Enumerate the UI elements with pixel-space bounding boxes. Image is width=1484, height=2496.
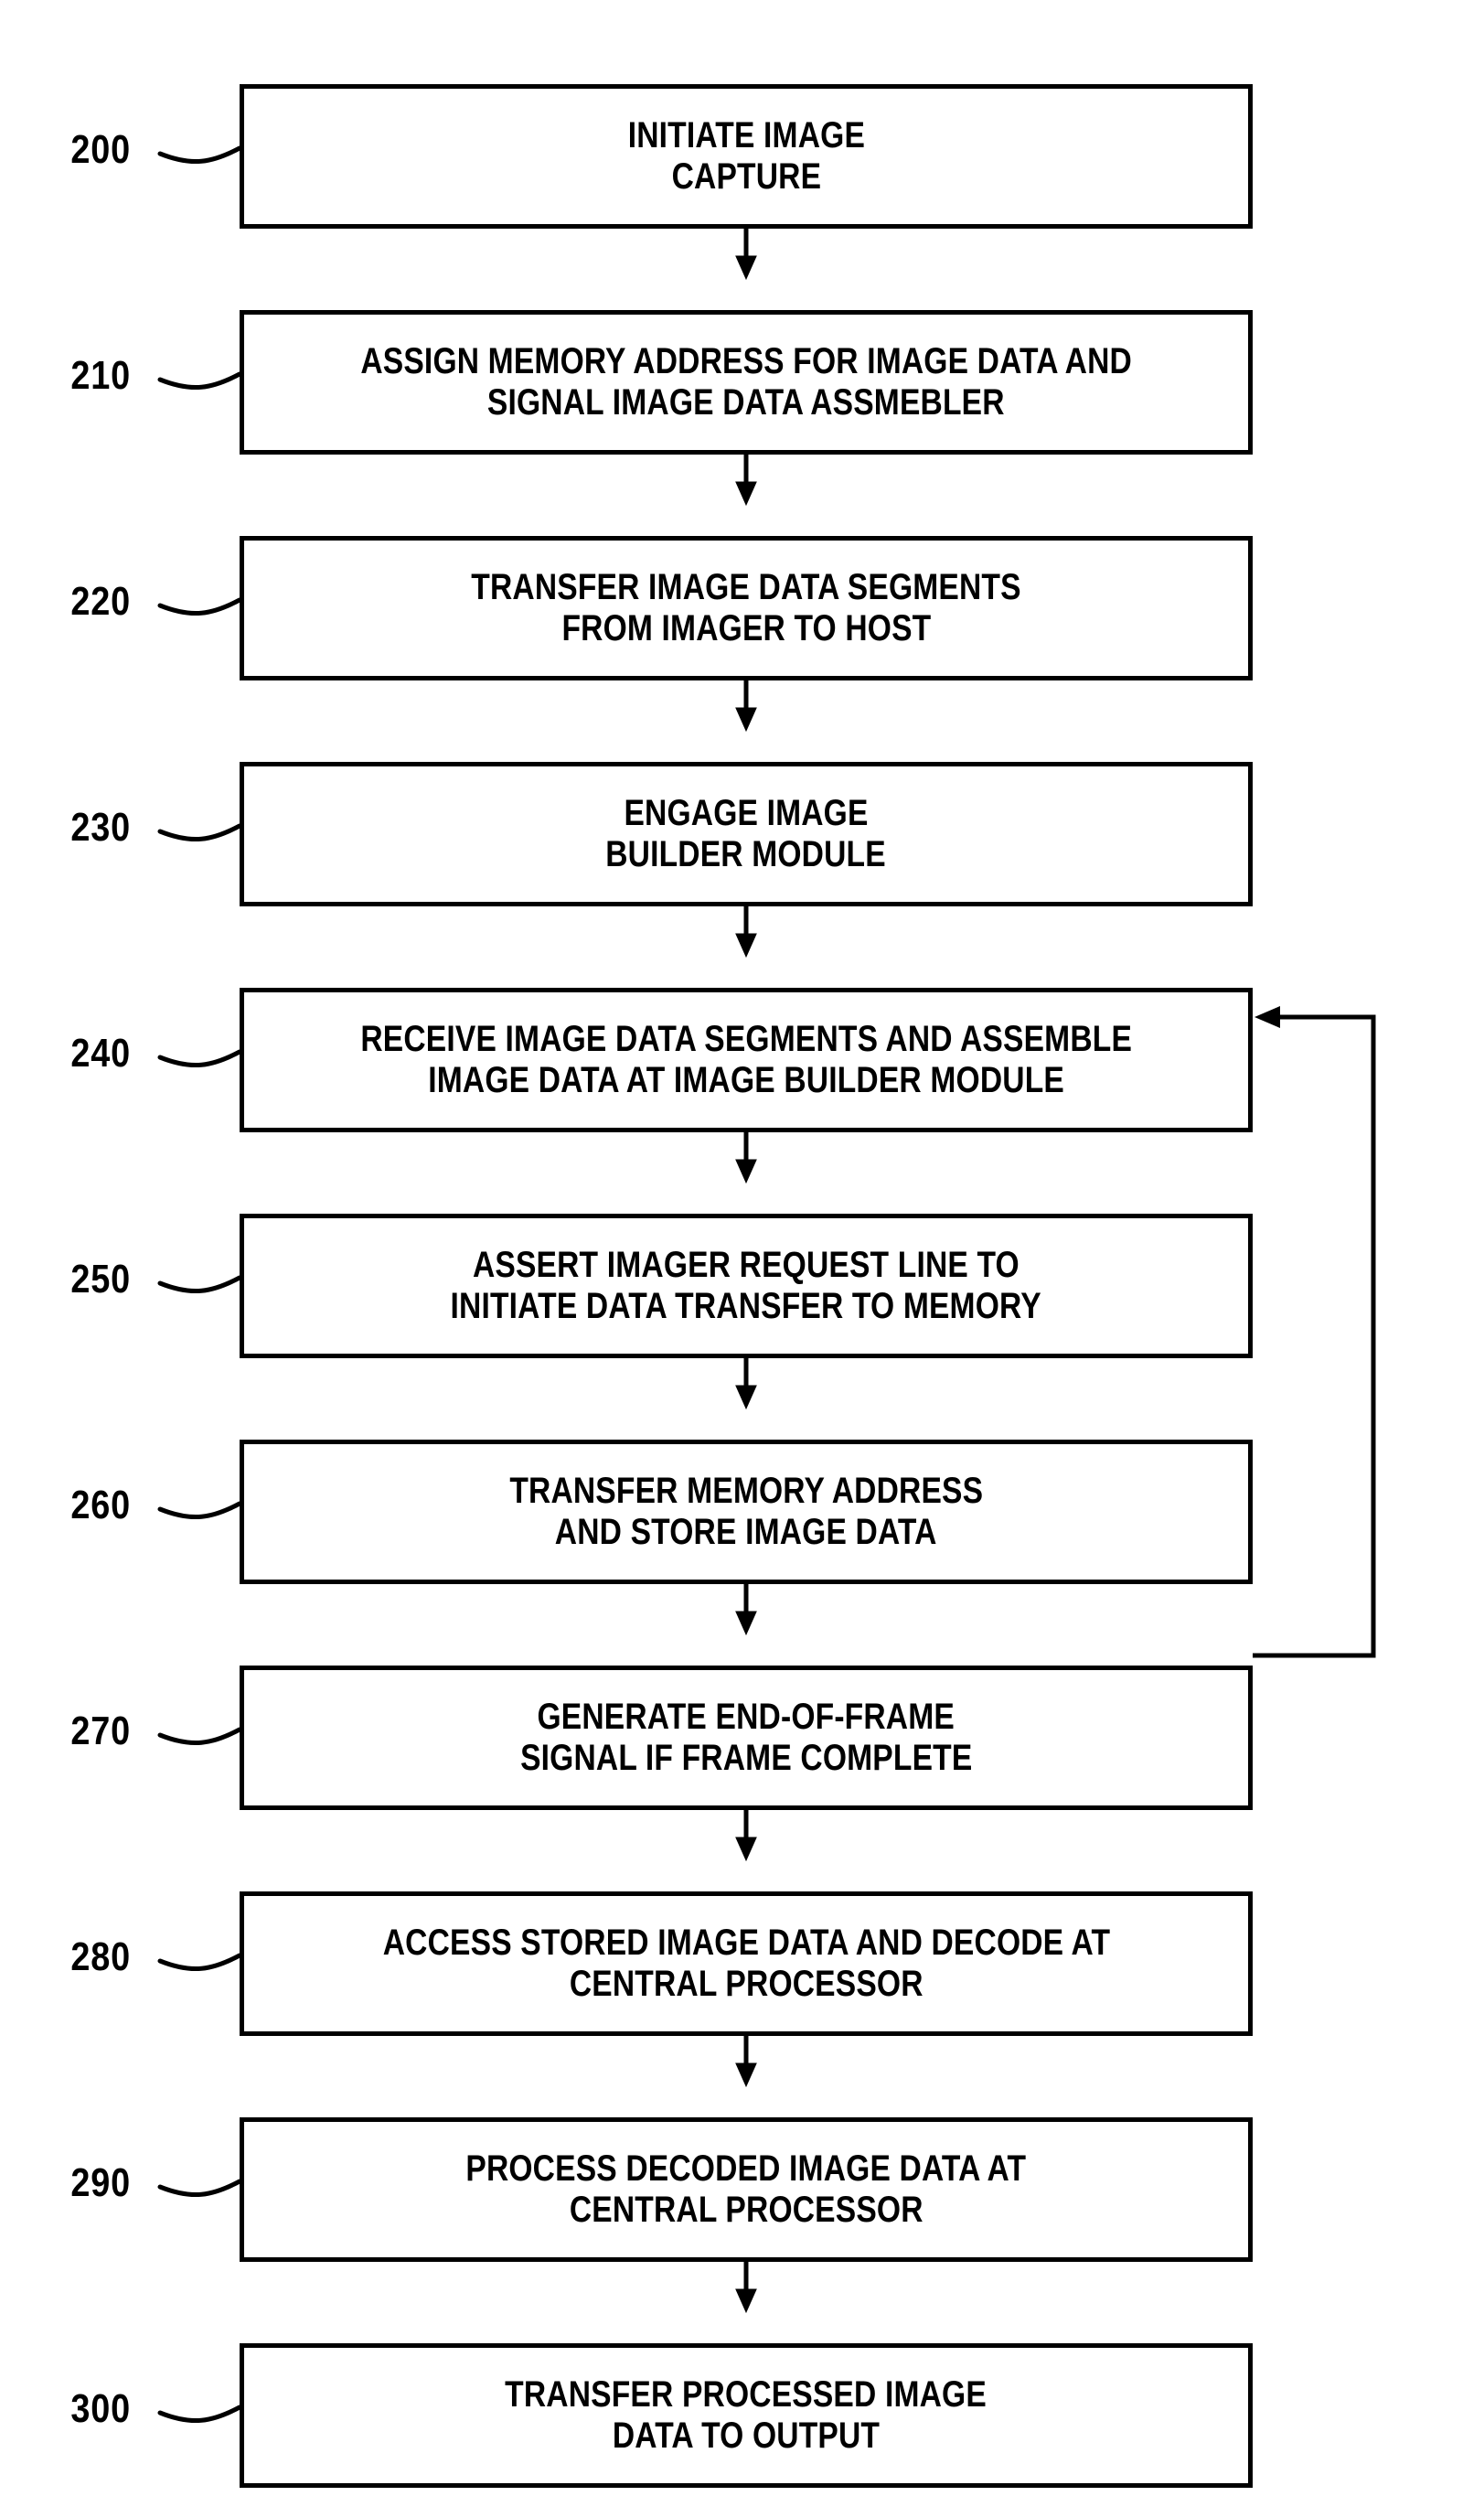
leader-line-200 xyxy=(157,145,242,165)
leader-line-240 xyxy=(157,1049,242,1068)
process-box-230[interactable]: ENGAGE IMAGE BUILDER MODULE xyxy=(240,762,1253,906)
leader-line-260 xyxy=(157,1501,242,1520)
leader-line-290 xyxy=(157,2179,242,2198)
process-box-280-line-2: CENTRAL PROCESSOR xyxy=(569,1964,923,2004)
leader-line-250 xyxy=(157,1275,242,1294)
process-box-220[interactable]: TRANSFER IMAGE DATA SEGMENTS FROM IMAGER… xyxy=(240,536,1253,680)
ref-number-280: 280 xyxy=(70,1934,132,1979)
process-box-210[interactable]: ASSIGN MEMORY ADDRESS FOR IMAGE DATA AND… xyxy=(240,310,1253,455)
process-box-230-line-2: BUILDER MODULE xyxy=(605,834,887,874)
ref-number-220: 220 xyxy=(70,579,132,624)
process-box-290-line-2: CENTRAL PROCESSOR xyxy=(569,2190,923,2230)
process-box-240-line-1: RECEIVE IMAGE DATA SEGMENTS AND ASSEMBLE xyxy=(360,1019,1132,1060)
arrowhead-250-260 xyxy=(735,1385,757,1410)
process-box-220-line-1: TRANSFER IMAGE DATA SEGMENTS xyxy=(471,567,1021,608)
arrowhead-270-280 xyxy=(735,1837,757,1862)
leader-line-280 xyxy=(157,1953,242,1972)
ref-number-270: 270 xyxy=(70,1709,132,1753)
process-box-260-line-1: TRANSFER MEMORY ADDRESS xyxy=(509,1471,983,1512)
ref-number-300: 300 xyxy=(70,2386,132,2431)
arrowhead-200-210 xyxy=(735,255,757,281)
process-box-240[interactable]: RECEIVE IMAGE DATA SEGMENTS AND ASSEMBLE… xyxy=(240,988,1253,1132)
flowchart-figure: 200 210 220 230 240 250 260 270 280 290 … xyxy=(0,0,1484,2496)
process-box-260[interactable]: TRANSFER MEMORY ADDRESS AND STORE IMAGE … xyxy=(240,1440,1253,1584)
arrowhead-290-300 xyxy=(735,2288,757,2314)
process-box-250-line-1: ASSERT IMAGER REQUEST LINE TO xyxy=(473,1245,1020,1286)
leader-line-220 xyxy=(157,597,242,616)
process-box-200-line-2: CAPTURE xyxy=(671,156,821,197)
leader-line-270 xyxy=(157,1727,242,1746)
process-box-250-line-2: INITIATE DATA TRANSFER TO MEMORY xyxy=(450,1286,1042,1326)
process-box-210-line-2: SIGNAL IMAGE DATA ASSMEBLER xyxy=(487,382,1005,423)
process-box-220-line-2: FROM IMAGER TO HOST xyxy=(561,608,931,648)
process-box-250[interactable]: ASSERT IMAGER REQUEST LINE TO INITIATE D… xyxy=(240,1214,1253,1358)
ref-number-210: 210 xyxy=(70,353,132,398)
feedback-loop-path xyxy=(1253,1014,1376,1658)
arrowhead-260-270 xyxy=(735,1611,757,1636)
feedback-arrowhead xyxy=(1254,1006,1280,1028)
ref-number-250: 250 xyxy=(70,1257,132,1302)
process-box-270-line-2: SIGNAL IF FRAME COMPLETE xyxy=(519,1738,973,1778)
ref-number-240: 240 xyxy=(70,1031,132,1076)
arrowhead-240-250 xyxy=(735,1159,757,1184)
process-box-300[interactable]: TRANSFER PROCESSED IMAGE DATA TO OUTPUT xyxy=(240,2343,1253,2488)
leader-line-230 xyxy=(157,823,242,842)
arrowhead-220-230 xyxy=(735,707,757,733)
process-box-260-line-2: AND STORE IMAGE DATA xyxy=(555,1512,937,1552)
process-box-300-line-2: DATA TO OUTPUT xyxy=(612,2416,881,2456)
process-box-300-line-1: TRANSFER PROCESSED IMAGE xyxy=(505,2374,988,2416)
leader-line-210 xyxy=(157,371,242,391)
ref-number-260: 260 xyxy=(70,1483,132,1527)
process-box-270[interactable]: GENERATE END-OF-FRAME SIGNAL IF FRAME CO… xyxy=(240,1666,1253,1810)
process-box-200[interactable]: INITIATE IMAGE CAPTURE xyxy=(240,84,1253,229)
process-box-200-line-1: INITIATE IMAGE xyxy=(627,115,865,156)
process-box-240-line-2: IMAGE DATA AT IMAGE BUILDER MODULE xyxy=(428,1060,1064,1100)
ref-number-200: 200 xyxy=(70,127,132,172)
ref-number-290: 290 xyxy=(70,2160,132,2205)
leader-line-300 xyxy=(157,2405,242,2424)
arrowhead-230-240 xyxy=(735,933,757,959)
process-box-210-line-1: ASSIGN MEMORY ADDRESS FOR IMAGE DATA AND xyxy=(360,341,1132,382)
process-box-290[interactable]: PROCESS DECODED IMAGE DATA AT CENTRAL PR… xyxy=(240,2117,1253,2262)
process-box-290-line-1: PROCESS DECODED IMAGE DATA AT xyxy=(465,2148,1027,2190)
arrowhead-210-220 xyxy=(735,481,757,507)
arrowhead-280-290 xyxy=(735,2062,757,2088)
process-box-280-line-1: ACCESS STORED IMAGE DATA AND DECODE AT xyxy=(382,1923,1110,1964)
process-box-230-line-1: ENGAGE IMAGE xyxy=(624,793,869,834)
process-box-270-line-1: GENERATE END-OF-FRAME xyxy=(537,1697,956,1738)
process-box-280[interactable]: ACCESS STORED IMAGE DATA AND DECODE AT C… xyxy=(240,1891,1253,2036)
ref-number-230: 230 xyxy=(70,805,132,850)
